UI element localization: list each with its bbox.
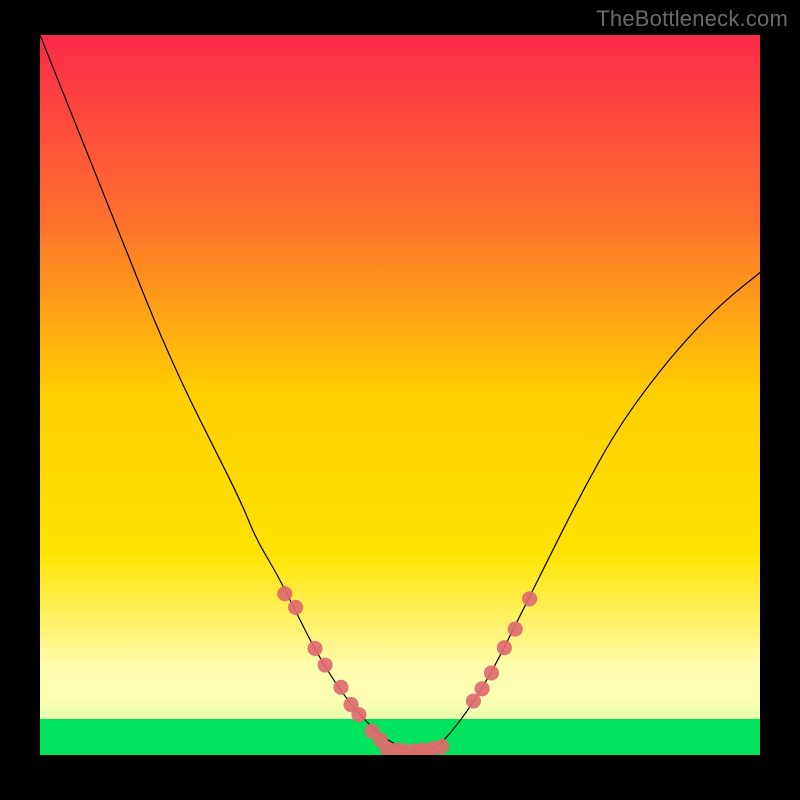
marker-point xyxy=(307,641,322,656)
marker-point xyxy=(318,657,333,672)
watermark-text: TheBottleneck.com xyxy=(596,6,788,32)
marker-point xyxy=(508,621,523,636)
marker-point xyxy=(277,586,292,601)
marker-point xyxy=(522,591,537,606)
gradient-background xyxy=(40,35,760,755)
marker-point xyxy=(434,739,449,754)
marker-point xyxy=(333,680,348,695)
chart-frame: TheBottleneck.com xyxy=(0,0,800,800)
marker-point xyxy=(351,707,366,722)
pale-yellow-band xyxy=(40,661,760,719)
marker-point xyxy=(484,665,499,680)
chart-plot xyxy=(40,35,760,755)
marker-point xyxy=(475,681,490,696)
marker-point xyxy=(497,640,512,655)
marker-point xyxy=(466,693,481,708)
marker-point xyxy=(288,600,303,615)
